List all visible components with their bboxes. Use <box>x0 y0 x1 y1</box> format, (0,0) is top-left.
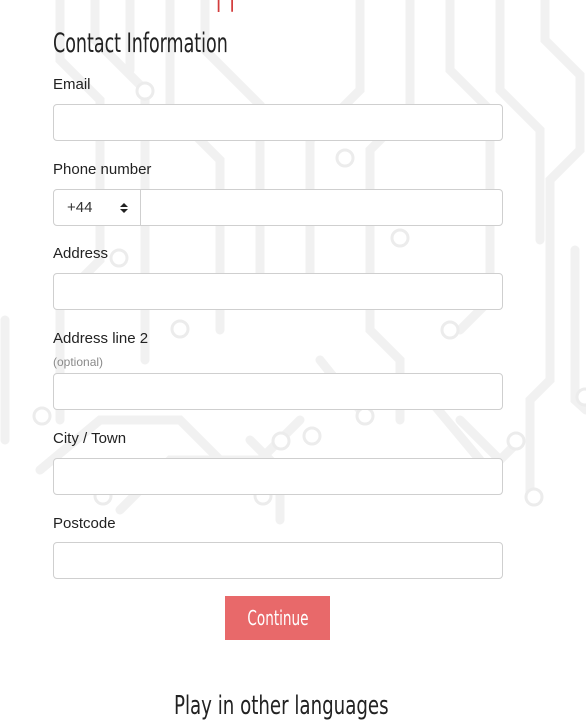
brand-logo: IT ROXY <box>216 0 336 12</box>
email-field[interactable] <box>53 104 503 141</box>
phone-label: Phone number <box>53 161 152 178</box>
brand-logo-text: IT ROXY <box>216 0 286 12</box>
phone-number-field[interactable] <box>141 190 502 225</box>
other-languages-heading: Play in other languages <box>0 690 563 722</box>
country-code-value: +44 <box>67 199 93 216</box>
address-line-2-label: Address line 2 <box>53 330 149 347</box>
postcode-field[interactable] <box>53 542 503 579</box>
other-languages-text: Play in other languages <box>174 691 389 721</box>
country-code-select[interactable]: +44 <box>54 190 141 225</box>
sort-arrows-icon <box>120 202 128 213</box>
email-label: Email <box>53 76 91 93</box>
address-line-2-field[interactable] <box>53 373 503 410</box>
postcode-label: Postcode <box>53 515 116 532</box>
address-field[interactable] <box>53 273 503 310</box>
page-title: Contact Information <box>53 28 228 59</box>
optional-hint: (optional) <box>53 355 104 369</box>
continue-button[interactable]: Continue <box>225 596 330 640</box>
continue-button-label: Continue <box>246 606 309 630</box>
city-label: City / Town <box>53 430 127 447</box>
city-field[interactable] <box>53 458 503 495</box>
phone-field-group: +44 <box>53 189 503 226</box>
address-label: Address <box>53 245 109 262</box>
